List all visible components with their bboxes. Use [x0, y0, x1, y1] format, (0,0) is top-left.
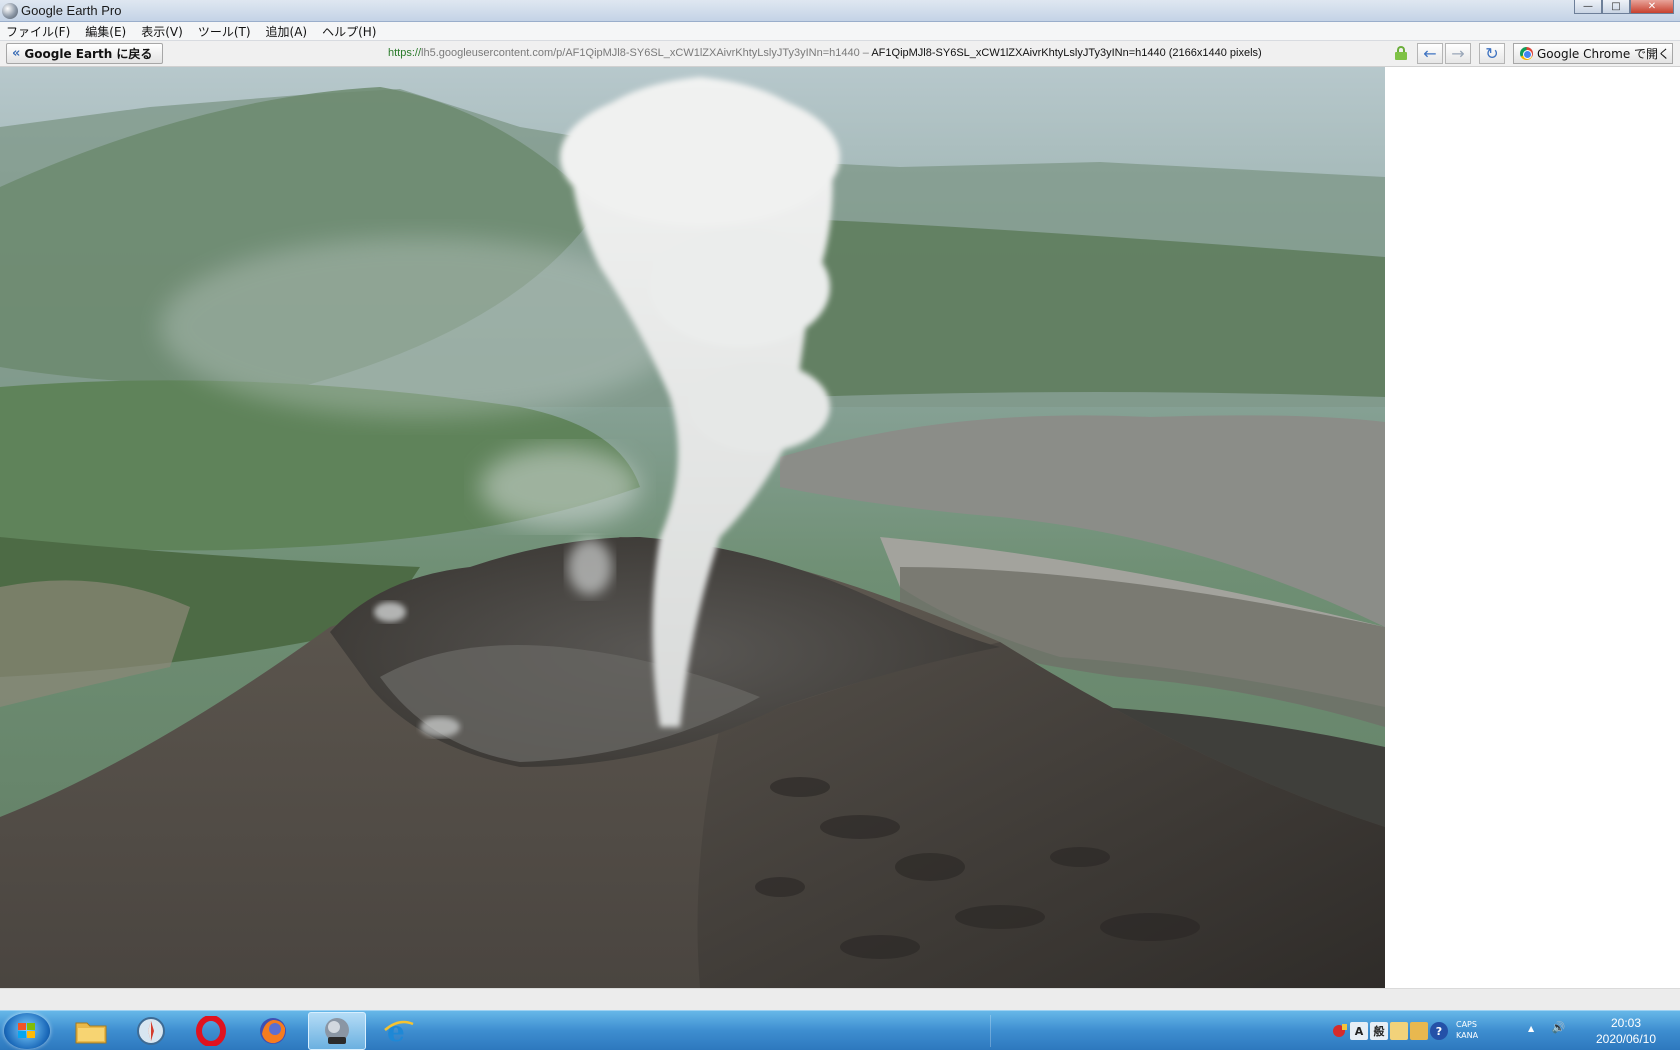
url-path: lh5.googleusercontent.com/p/AF1QipMJl8-S… [421, 47, 860, 59]
page-title: AF1QipMJl8-SY6SL_xCW1lZXAivrKhtyLslyJTy3… [871, 47, 1262, 59]
address-display[interactable]: https://lh5.googleusercontent.com/p/AF1Q… [388, 47, 1388, 59]
volcano-photo [0, 67, 1385, 988]
ime-mode-indicator[interactable]: A [1350, 1022, 1368, 1040]
show-hidden-icons-button[interactable]: ▲ [1528, 1024, 1534, 1033]
safari-compass-icon [137, 1017, 165, 1045]
menu-view[interactable]: 表示(V) [141, 23, 183, 40]
chrome-icon [1520, 47, 1533, 60]
google-earth-pro-icon [325, 1018, 349, 1044]
help-icon[interactable]: ? [1430, 1022, 1448, 1040]
clock-date: 2020/06/10 [1595, 1032, 1657, 1046]
status-strip [0, 988, 1680, 1010]
menu-edit[interactable]: 編集(E) [85, 23, 126, 40]
ime-tools-icon[interactable] [1410, 1022, 1428, 1040]
url-scheme: https:// [388, 47, 422, 59]
svg-text:e: e [387, 1016, 405, 1046]
windows-logo-icon [18, 1023, 36, 1039]
back-to-google-earth-button[interactable]: « Google Earth に戻る [6, 43, 164, 64]
taskbar-internet-explorer[interactable]: e [370, 1012, 428, 1050]
forward-arrow-button[interactable]: → [1445, 43, 1471, 64]
back-button-label: Google Earth に戻る [24, 47, 153, 61]
ime-kanji-indicator[interactable]: 般 [1370, 1022, 1388, 1040]
minimize-button[interactable]: — [1574, 0, 1602, 14]
window-controls: — □ ✕ [1574, 0, 1674, 14]
start-button[interactable] [4, 1013, 50, 1049]
lock-icon [1395, 46, 1407, 60]
menu-tools[interactable]: ツール(T) [198, 23, 251, 40]
blank-area [1385, 67, 1680, 988]
menu-file[interactable]: ファイル(F) [6, 23, 70, 40]
system-tray: A 般 ? [1330, 1015, 1450, 1047]
open-in-chrome-button[interactable]: Google Chrome で開く [1513, 43, 1673, 64]
caps-label: CAPS [1456, 1020, 1477, 1029]
tray-extras: ▲ 🔊 [1528, 1021, 1565, 1034]
clock-time: 20:03 [1610, 1016, 1642, 1030]
title-bar: Google Earth Pro — □ ✕ [0, 0, 1680, 22]
window-title: Google Earth Pro [21, 3, 122, 18]
taskbar-opera[interactable] [182, 1012, 240, 1050]
taskbar-google-earth-pro[interactable] [308, 1012, 366, 1050]
menu-add[interactable]: 追加(A) [266, 23, 308, 40]
taskbar-divider [990, 1015, 991, 1047]
internet-explorer-icon: e [384, 1016, 414, 1046]
url-separator: – [859, 47, 872, 59]
windows-taskbar: e A 般 ? CAPS KANA ▲ 🔊 20:03 2020/06/10 [0, 1010, 1680, 1050]
taskbar-clock[interactable]: 20:03 2020/06/10 [1578, 1015, 1674, 1047]
reload-button[interactable]: ↻ [1479, 43, 1505, 64]
kana-label: KANA [1456, 1031, 1479, 1040]
alert-icon[interactable] [1330, 1022, 1348, 1040]
firefox-icon [260, 1018, 286, 1044]
taskbar-file-explorer[interactable] [62, 1012, 120, 1050]
taskbar-safari[interactable] [122, 1012, 180, 1050]
speaker-icon[interactable]: 🔊 [1552, 1021, 1566, 1034]
open-in-chrome-label: Google Chrome で開く [1537, 47, 1671, 61]
google-earth-icon [2, 3, 18, 19]
caps-kana-indicator: CAPS KANA [1456, 1019, 1478, 1041]
close-button[interactable]: ✕ [1630, 0, 1674, 14]
browser-nav-bar: « Google Earth に戻る https://lh5.googleuse… [0, 41, 1680, 67]
opera-icon [196, 1016, 226, 1046]
taskbar-firefox[interactable] [244, 1012, 302, 1050]
menu-help[interactable]: ヘルプ(H) [322, 23, 376, 40]
ime-pad-icon[interactable] [1390, 1022, 1408, 1040]
maximize-button[interactable]: □ [1602, 0, 1630, 14]
menu-bar: ファイル(F) 編集(E) 表示(V) ツール(T) 追加(A) ヘルプ(H) [0, 22, 1680, 41]
back-arrow-button[interactable]: ← [1417, 43, 1443, 64]
double-chevron-left-icon: « [12, 46, 21, 61]
folder-icon [75, 1022, 107, 1044]
